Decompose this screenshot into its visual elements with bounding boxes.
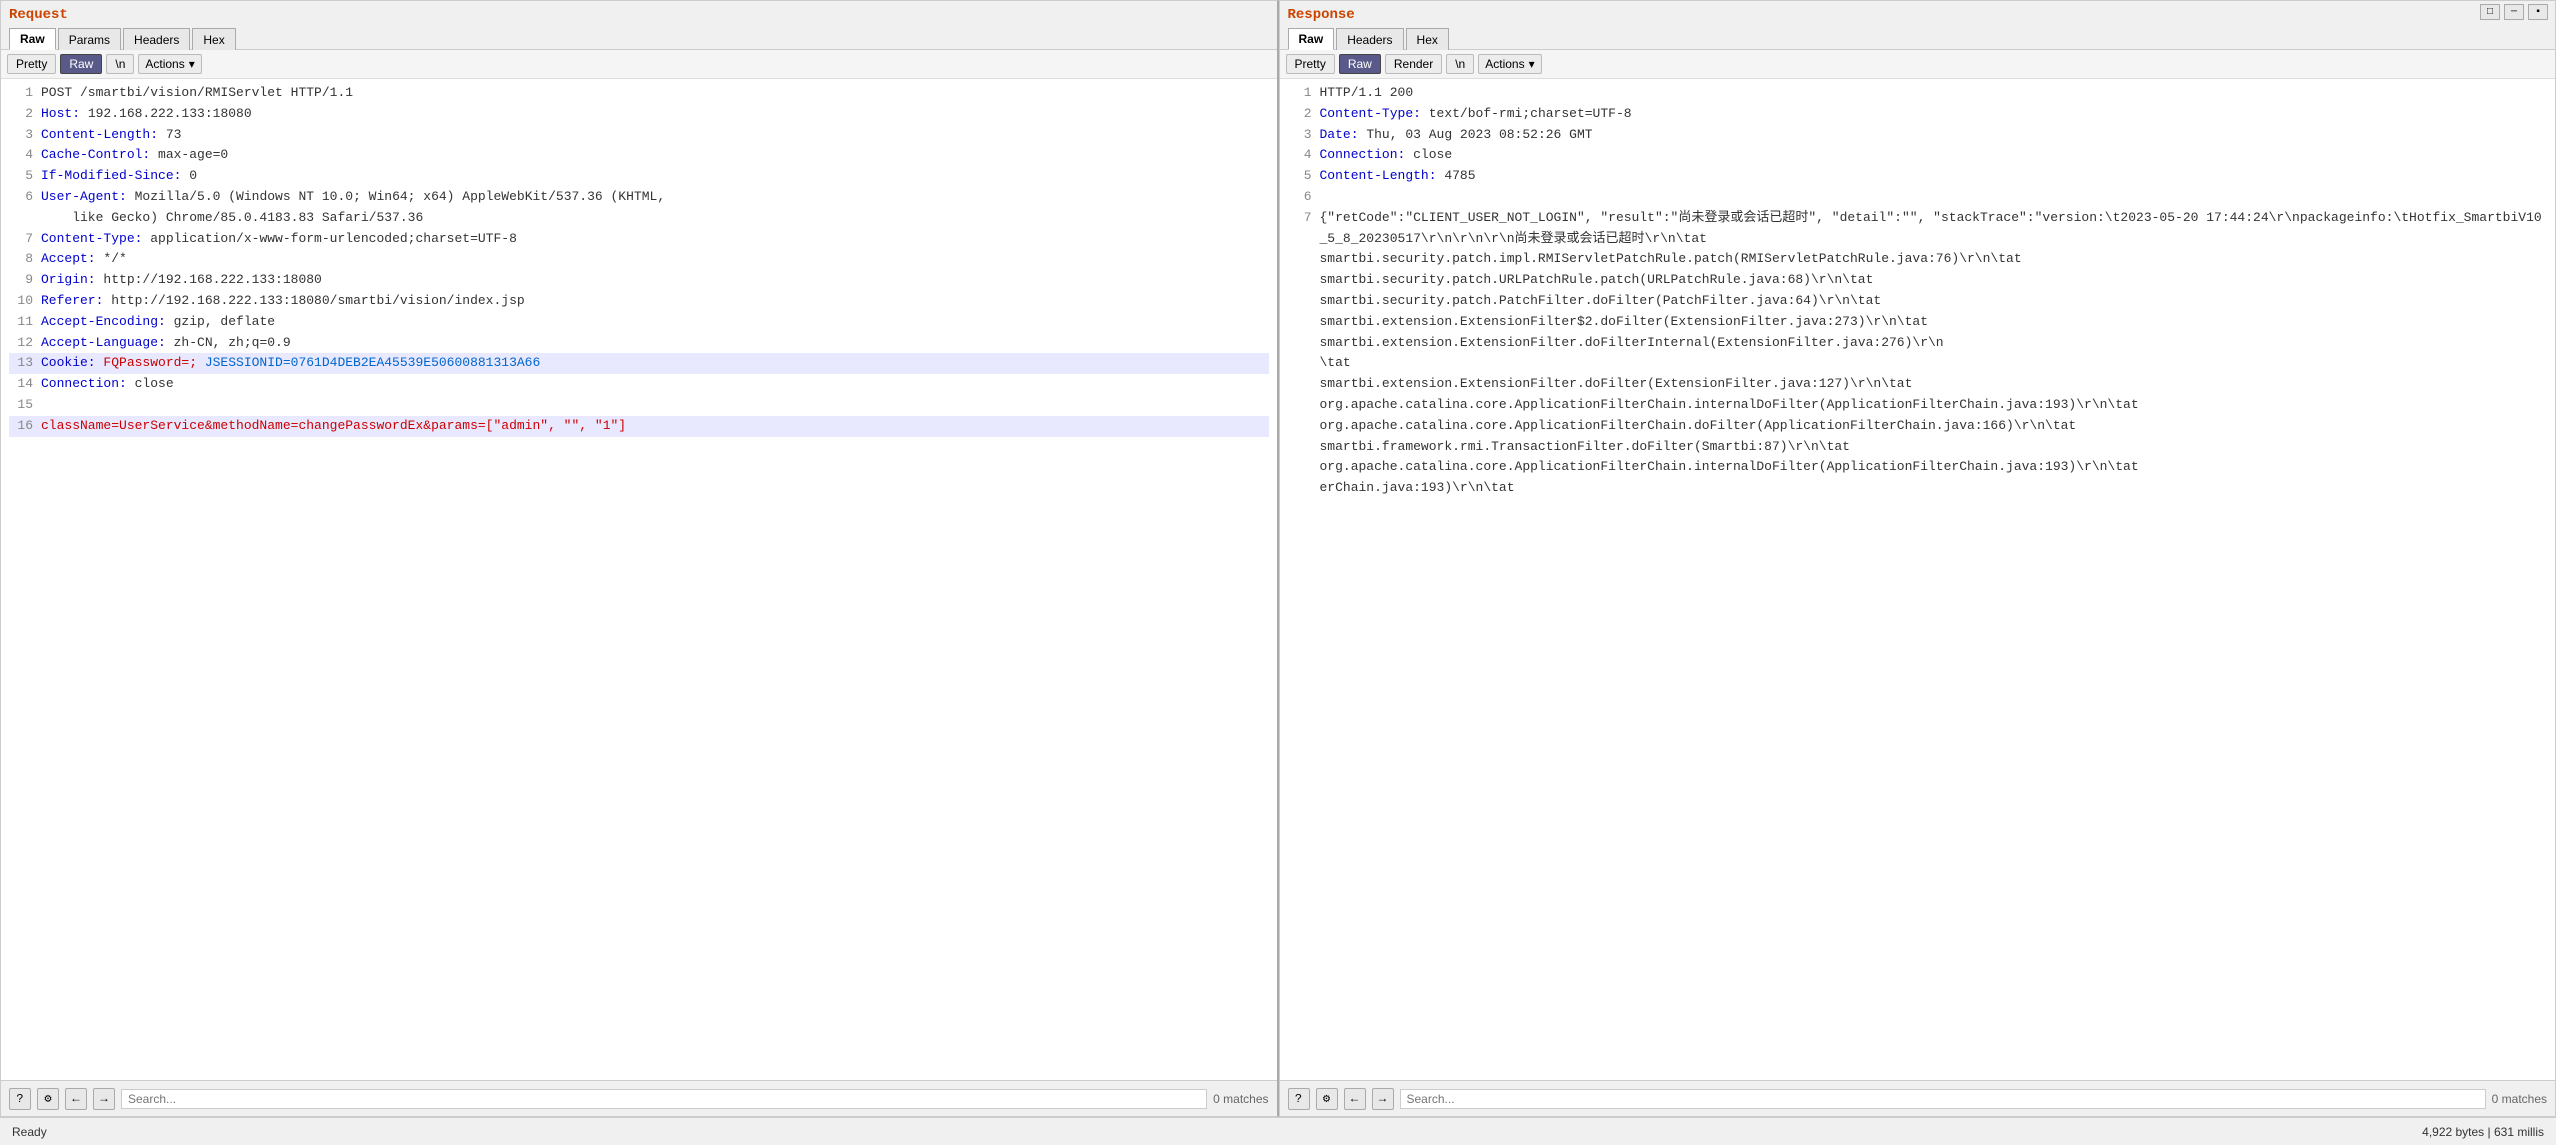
tab-params-request[interactable]: Params [58, 28, 121, 50]
tab-hex-request[interactable]: Hex [192, 28, 235, 50]
request-tab-row: Raw Params Headers Hex [9, 27, 1269, 49]
response-line-1: 1 HTTP/1.1 200 [1288, 83, 2548, 104]
response-line-7k: smartbi.framework.rmi.TransactionFilter.… [1288, 437, 2548, 458]
request-search-bar: ? ⚙ ← → 0 matches [1, 1080, 1277, 1116]
request-pane: Request Raw Params Headers Hex Pretty Ra… [0, 0, 1279, 1117]
response-line-7i: org.apache.catalina.core.ApplicationFilt… [1288, 395, 2548, 416]
response-line-7l: org.apache.catalina.core.ApplicationFilt… [1288, 457, 2548, 478]
render-btn-response[interactable]: Render [1385, 54, 1442, 74]
window-maximize-btn[interactable]: □ [2480, 4, 2500, 20]
raw-btn-response[interactable]: Raw [1339, 54, 1381, 74]
window-controls: □ ─ ▪ [2480, 4, 2548, 20]
actions-chevron-request: ▾ [189, 57, 195, 71]
window-minimize-btn[interactable]: ─ [2504, 4, 2524, 20]
request-line-5: 5 If-Modified-Since: 0 [9, 166, 1269, 187]
search-input-response[interactable] [1400, 1089, 2486, 1109]
matches-label-response: 0 matches [2492, 1092, 2547, 1106]
tab-headers-response[interactable]: Headers [1336, 28, 1403, 50]
request-line-3: 3 Content-Length: 73 [9, 125, 1269, 146]
request-line-10: 10 Referer: http://192.168.222.133:18080… [9, 291, 1269, 312]
response-line-7m: erChain.java:193)\r\n\tat [1288, 478, 2548, 499]
request-line-16: 16 className=UserService&methodName=chan… [9, 416, 1269, 437]
request-line-6: 6 User-Agent: Mozilla/5.0 (Windows NT 10… [9, 187, 1269, 208]
pretty-btn-request[interactable]: Pretty [7, 54, 56, 74]
prev-match-btn-response[interactable]: ← [1344, 1088, 1366, 1110]
response-line-7d: smartbi.security.patch.PatchFilter.doFil… [1288, 291, 2548, 312]
search-input-request[interactable] [121, 1089, 1207, 1109]
actions-chevron-response: ▾ [1529, 57, 1535, 71]
response-content[interactable]: 1 HTTP/1.1 200 2 Content-Type: text/bof-… [1280, 79, 2556, 1080]
request-content[interactable]: 1 POST /smartbi/vision/RMIServlet HTTP/1… [1, 79, 1277, 1080]
newline-btn-response[interactable]: \n [1446, 54, 1474, 74]
request-line-1: 1 POST /smartbi/vision/RMIServlet HTTP/1… [9, 83, 1269, 104]
pretty-btn-response[interactable]: Pretty [1286, 54, 1335, 74]
request-line-12: 12 Accept-Language: zh-CN, zh;q=0.9 [9, 333, 1269, 354]
response-search-bar: ? ⚙ ← → 0 matches [1280, 1080, 2556, 1116]
response-line-7c: smartbi.security.patch.URLPatchRule.patc… [1288, 270, 2548, 291]
tab-raw-request[interactable]: Raw [9, 28, 56, 50]
response-title: Response [1288, 7, 2548, 23]
response-line-7e: smartbi.extension.ExtensionFilter$2.doFi… [1288, 312, 2548, 333]
response-line-7g: \tat [1288, 353, 2548, 374]
status-bar: Ready 4,922 bytes | 631 millis [0, 1117, 2556, 1145]
matches-label-request: 0 matches [1213, 1092, 1268, 1106]
request-line-14: 14 Connection: close [9, 374, 1269, 395]
request-line-7: 7 Content-Type: application/x-www-form-u… [9, 229, 1269, 250]
response-line-7: 7 {"retCode":"CLIENT_USER_NOT_LOGIN", "r… [1288, 208, 2548, 250]
request-header: Request Raw Params Headers Hex [1, 1, 1277, 50]
actions-btn-request[interactable]: Actions ▾ [138, 54, 201, 74]
actions-label-request: Actions [145, 57, 184, 71]
request-title: Request [9, 7, 1269, 23]
help-btn-request[interactable]: ? [9, 1088, 31, 1110]
request-toolbar: Pretty Raw \n Actions ▾ [1, 50, 1277, 79]
request-line-9: 9 Origin: http://192.168.222.133:18080 [9, 270, 1269, 291]
response-line-7j: org.apache.catalina.core.ApplicationFilt… [1288, 416, 2548, 437]
request-line-13: 13 Cookie: FQPassword=; JSESSIONID=0761D… [9, 353, 1269, 374]
next-match-btn-response[interactable]: → [1372, 1088, 1394, 1110]
response-header: Response Raw Headers Hex [1280, 1, 2556, 50]
actions-label-response: Actions [1485, 57, 1524, 71]
actions-btn-response[interactable]: Actions ▾ [1478, 54, 1541, 74]
status-info: 4,922 bytes | 631 millis [2422, 1125, 2544, 1139]
request-line-11: 11 Accept-Encoding: gzip, deflate [9, 312, 1269, 333]
help-btn-response[interactable]: ? [1288, 1088, 1310, 1110]
newline-btn-request[interactable]: \n [106, 54, 134, 74]
response-line-7h: smartbi.extension.ExtensionFilter.doFilt… [1288, 374, 2548, 395]
tab-headers-request[interactable]: Headers [123, 28, 190, 50]
response-line-7b: smartbi.security.patch.impl.RMIServletPa… [1288, 249, 2548, 270]
status-ready: Ready [12, 1125, 47, 1139]
response-line-6: 6 [1288, 187, 2548, 208]
tab-hex-response[interactable]: Hex [1406, 28, 1449, 50]
request-line-4: 4 Cache-Control: max-age=0 [9, 145, 1269, 166]
settings-btn-response[interactable]: ⚙ [1316, 1088, 1338, 1110]
response-toolbar: Pretty Raw Render \n Actions ▾ [1280, 50, 2556, 79]
response-pane: Response Raw Headers Hex Pretty Raw Rend… [1279, 0, 2556, 1117]
response-line-3: 3 Date: Thu, 03 Aug 2023 08:52:26 GMT [1288, 125, 2548, 146]
next-match-btn-request[interactable]: → [93, 1088, 115, 1110]
settings-btn-request[interactable]: ⚙ [37, 1088, 59, 1110]
request-line-15: 15 [9, 395, 1269, 416]
response-line-5: 5 Content-Length: 4785 [1288, 166, 2548, 187]
request-line-2: 2 Host: 192.168.222.133:18080 [9, 104, 1269, 125]
raw-btn-request[interactable]: Raw [60, 54, 102, 74]
response-line-2: 2 Content-Type: text/bof-rmi;charset=UTF… [1288, 104, 2548, 125]
response-line-7f: smartbi.extension.ExtensionFilter.doFilt… [1288, 333, 2548, 354]
tab-raw-response[interactable]: Raw [1288, 28, 1335, 50]
request-line-8: 8 Accept: */* [9, 249, 1269, 270]
window-restore-btn[interactable]: ▪ [2528, 4, 2548, 20]
response-tab-row: Raw Headers Hex [1288, 27, 2548, 49]
request-line-6b: like Gecko) Chrome/85.0.4183.83 Safari/5… [9, 208, 1269, 229]
prev-match-btn-request[interactable]: ← [65, 1088, 87, 1110]
response-line-4: 4 Connection: close [1288, 145, 2548, 166]
